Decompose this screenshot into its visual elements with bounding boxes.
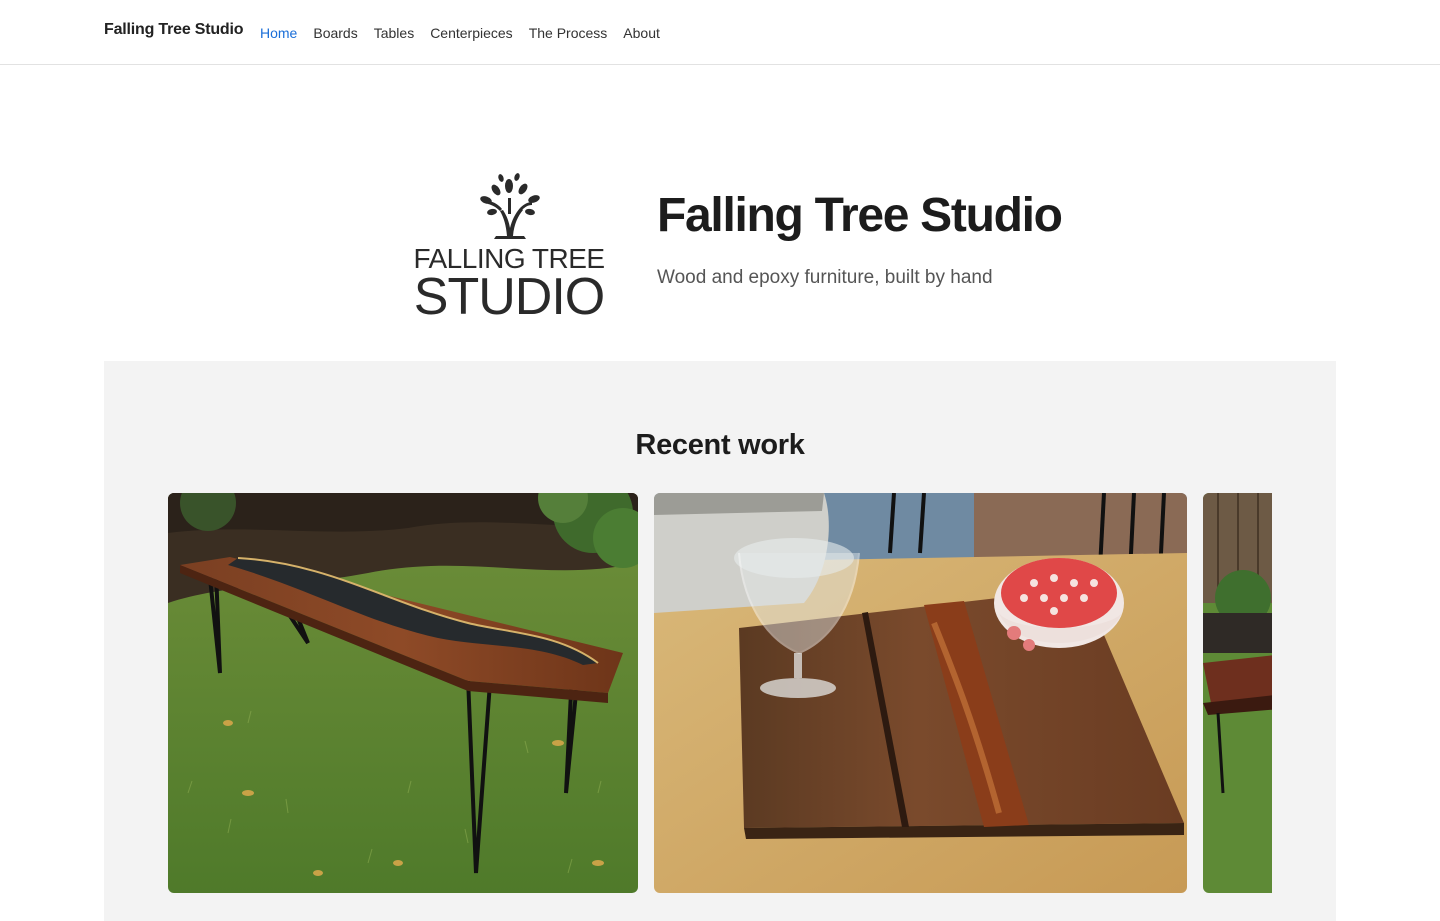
- logo-text-line2: STUDIO: [414, 268, 604, 322]
- studio-logo: FALLING TREE STUDIO: [408, 170, 612, 326]
- nav-link-home[interactable]: Home: [260, 24, 297, 42]
- nav-link-about[interactable]: About: [623, 24, 660, 42]
- recent-work-carousel[interactable]: [168, 493, 1272, 893]
- recent-work-section: Recent work: [104, 361, 1336, 921]
- work-photo-serving-board[interactable]: [654, 493, 1187, 893]
- top-navbar: Falling Tree Studio Home Boards Tables C…: [0, 0, 1440, 65]
- recent-work-heading: Recent work: [635, 429, 805, 461]
- nav-link-tables[interactable]: Tables: [374, 24, 414, 42]
- hero-title: Falling Tree Studio: [657, 189, 1063, 242]
- tree-icon: [480, 173, 540, 239]
- nav-link-the-process[interactable]: The Process: [529, 24, 608, 42]
- work-photo-partial[interactable]: [1203, 493, 1272, 893]
- brand-link[interactable]: Falling Tree Studio: [104, 21, 244, 39]
- nav-link-boards[interactable]: Boards: [313, 24, 357, 42]
- work-photo-river-table[interactable]: [168, 493, 638, 893]
- nav-links: Home Boards Tables Centerpieces The Proc…: [260, 24, 660, 42]
- nav-link-centerpieces[interactable]: Centerpieces: [430, 24, 513, 42]
- hero-subtitle: Wood and epoxy furniture, built by hand: [657, 267, 993, 288]
